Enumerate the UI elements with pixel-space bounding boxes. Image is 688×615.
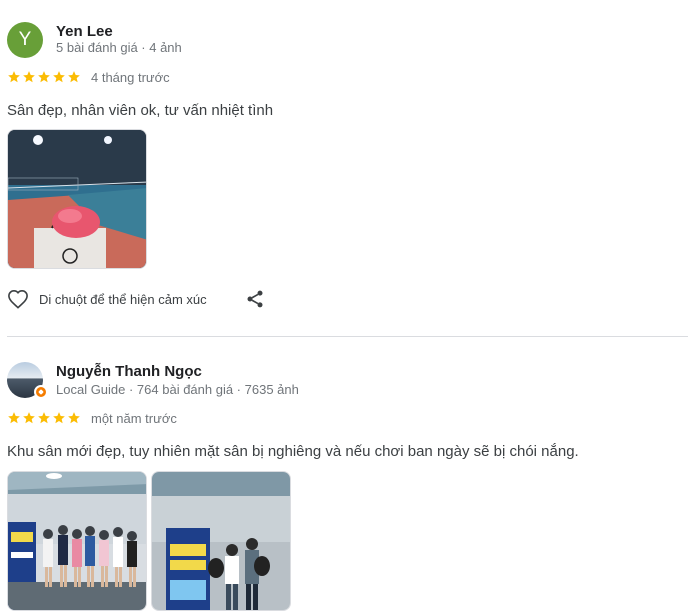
review-time: một năm trước — [91, 411, 177, 426]
star-icon — [53, 412, 65, 424]
avatar[interactable]: Y — [7, 22, 43, 58]
share-icon[interactable] — [245, 288, 265, 310]
star-icon — [23, 71, 35, 83]
star-icon — [8, 71, 20, 83]
court-night-photo-icon — [8, 130, 146, 268]
reaction-area[interactable]: Di chuột để thể hiện cảm xúc — [7, 288, 207, 310]
local-guide-badge-icon — [34, 385, 48, 399]
review-photo[interactable] — [151, 471, 291, 611]
reviewer-meta: Local Guide · 764 bài đánh giá · 7635 ản… — [56, 382, 299, 397]
reaction-label: Di chuột để thể hiện cảm xúc — [39, 291, 207, 307]
reviewer-name[interactable]: Yen Lee — [56, 23, 113, 40]
star-icon — [68, 412, 80, 424]
review-text: Sân đẹp, nhân viên ok, tư vấn nhiệt tình — [7, 102, 274, 119]
star-icon — [38, 412, 50, 424]
avatar[interactable] — [7, 362, 48, 399]
star-icon — [38, 71, 50, 83]
review-card: Y Yen Lee 5 bài đánh giá · 4 ảnh 4 tháng… — [0, 0, 688, 336]
review-time: 4 tháng trước — [91, 70, 170, 85]
group-photo-icon — [8, 472, 146, 610]
heart-icon[interactable] — [7, 289, 29, 309]
review-text: Khu sân mới đẹp, tuy nhiên mặt sân bị ng… — [7, 443, 579, 460]
star-icon — [68, 71, 80, 83]
review-photo[interactable] — [7, 129, 147, 269]
star-icon — [8, 412, 20, 424]
reviewer-meta: 5 bài đánh giá · 4 ảnh — [56, 40, 182, 55]
star-rating — [7, 70, 81, 84]
star-rating — [7, 411, 81, 425]
review-photo[interactable] — [7, 471, 147, 611]
star-icon — [53, 71, 65, 83]
pickleball-challenge-photo-icon — [152, 472, 290, 610]
star-icon — [23, 412, 35, 424]
reviewer-name[interactable]: Nguyễn Thanh Ngọc — [56, 363, 202, 380]
review-card: Nguyễn Thanh Ngọc Local Guide · 764 bài … — [0, 337, 688, 615]
